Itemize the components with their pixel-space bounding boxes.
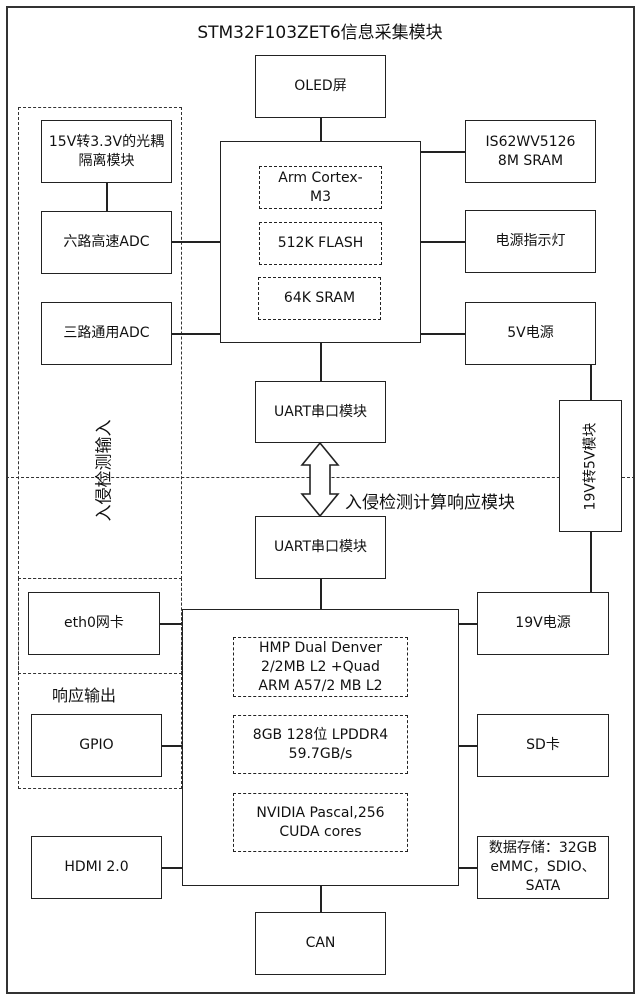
sd-box: SD卡 (477, 714, 609, 777)
cpu-box: HMP Dual Denver 2/2MB L2 +Quad ARM A57/2… (233, 637, 408, 697)
gpio-label: GPIO (79, 737, 114, 753)
can-box: CAN (255, 912, 386, 975)
jetson-uart-label: UART串口模块 (273, 539, 368, 555)
gpu-box: NVIDIA Pascal,256 CUDA cores (233, 793, 408, 852)
jetson-uart-box: UART串口模块 (255, 516, 386, 579)
can-label: CAN (305, 935, 336, 951)
cpu-label: HMP Dual Denver 2/2MB L2 +Quad ARM A57/2… (258, 639, 383, 694)
eth-label: eth0网卡 (64, 615, 124, 631)
eth-box: eth0网卡 (28, 592, 160, 655)
double-arrow-icon (300, 441, 340, 518)
hdmi-label: HDMI 2.0 (64, 859, 129, 875)
power-19v-box: 19V电源 (477, 592, 609, 655)
sd-label: SD卡 (526, 737, 560, 753)
memory-label: 8GB 128位 LPDDR4 59.7GB/s (252, 726, 389, 762)
memory-box: 8GB 128位 LPDDR4 59.7GB/s (233, 715, 408, 774)
output-region-label: 响应输出 (52, 686, 117, 705)
hdmi-box: HDMI 2.0 (31, 836, 162, 899)
power-19v-label: 19V电源 (515, 615, 571, 631)
storage-label: 数据存储：32GB eMMC，SDIO、SATA (488, 840, 598, 894)
compute-module-label: 入侵检测计算响应模块 (345, 493, 515, 513)
storage-box: 数据存储：32GB eMMC，SDIO、SATA (477, 836, 609, 899)
gpio-box: GPIO (31, 714, 162, 777)
gpu-label: NVIDIA Pascal,256 CUDA cores (256, 804, 385, 840)
input-region-label: 入侵检测输入 (94, 419, 115, 522)
